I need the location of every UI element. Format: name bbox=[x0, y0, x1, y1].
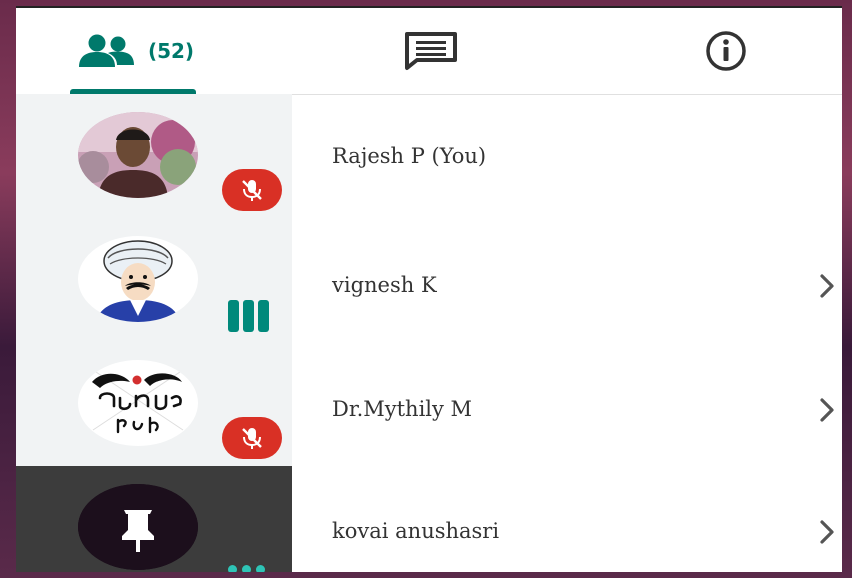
participant-count: (52) bbox=[147, 39, 195, 63]
avatar bbox=[78, 236, 198, 322]
participant-name: vignesh K bbox=[332, 273, 437, 297]
avatar bbox=[78, 360, 198, 446]
participants-panel: (52) Rajesh P (You) vignesh K Dr.Mythily… bbox=[16, 6, 842, 572]
muted-indicator bbox=[222, 169, 282, 211]
participant-name: kovai anushasri bbox=[332, 519, 500, 543]
avatar bbox=[78, 484, 198, 570]
tab-info[interactable] bbox=[656, 8, 796, 94]
avatar bbox=[78, 112, 198, 198]
muted-indicator bbox=[222, 417, 282, 459]
tab-chat[interactable] bbox=[361, 8, 501, 94]
mic-off-icon bbox=[242, 428, 262, 449]
tab-bar: (52) bbox=[16, 8, 842, 95]
more-options-indicator[interactable] bbox=[228, 565, 265, 572]
participant-row[interactable]: vignesh K bbox=[16, 218, 842, 342]
chat-icon bbox=[405, 32, 457, 70]
tab-people[interactable]: (52) bbox=[56, 8, 216, 94]
participant-media-cell bbox=[16, 466, 292, 572]
chevron-right-icon[interactable] bbox=[818, 397, 836, 423]
participant-name: Dr.Mythily M bbox=[332, 397, 473, 421]
participant-row[interactable]: Rajesh P (You) bbox=[16, 94, 842, 218]
participant-name: Rajesh P (You) bbox=[332, 144, 487, 168]
pin-icon bbox=[78, 484, 198, 570]
mic-off-icon bbox=[242, 180, 262, 201]
chevron-right-icon[interactable] bbox=[818, 273, 836, 299]
participant-media-cell bbox=[16, 218, 292, 342]
participant-media-cell bbox=[16, 342, 292, 466]
info-icon bbox=[706, 31, 746, 71]
chevron-right-icon[interactable] bbox=[818, 519, 836, 545]
speaking-indicator bbox=[228, 300, 269, 332]
participant-media-cell bbox=[16, 94, 292, 218]
participant-row[interactable]: Dr.Mythily M bbox=[16, 342, 842, 466]
people-icon bbox=[78, 34, 134, 67]
participant-row[interactable]: kovai anushasri bbox=[16, 466, 842, 572]
